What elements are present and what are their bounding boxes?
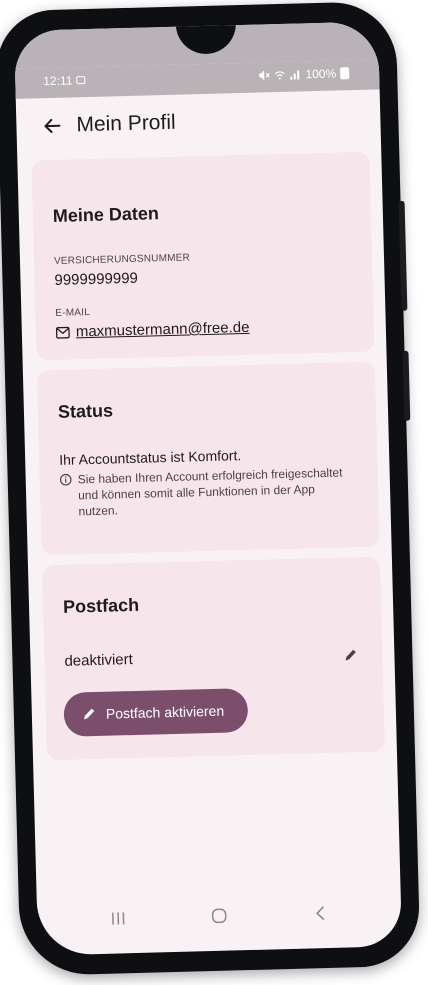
card-title-meine-daten: Meine Daten bbox=[52, 203, 160, 226]
status-info-text: Sie haben Ihren Account erfolgreich frei… bbox=[77, 465, 343, 519]
arrow-left-icon bbox=[44, 118, 61, 133]
phone-screen: 12:11 100% Mein Profil Meine Daten VERSI… bbox=[13, 21, 403, 956]
card-status: Status Ihr Accountstatus ist Komfort. Si… bbox=[36, 361, 380, 556]
postfach-status: deaktiviert bbox=[64, 651, 134, 670]
recent-apps-button[interactable] bbox=[97, 898, 138, 939]
pencil-icon bbox=[83, 708, 95, 720]
mail-icon bbox=[55, 326, 70, 339]
email-label: E-MAIL bbox=[55, 307, 91, 319]
system-nav-bar bbox=[36, 876, 402, 956]
card-title-status: Status bbox=[57, 400, 114, 422]
home-button[interactable] bbox=[199, 895, 240, 936]
volume-key bbox=[402, 350, 411, 421]
phone-frame: 12:11 100% Mein Profil Meine Daten VERSI… bbox=[0, 0, 421, 977]
email-row: maxmustermann@free.de bbox=[55, 319, 250, 341]
power-key bbox=[398, 200, 408, 311]
card-title-postfach: Postfach bbox=[62, 594, 140, 617]
activate-postfach-button[interactable]: Postfach aktivieren bbox=[63, 688, 249, 737]
email-link[interactable]: maxmustermann@free.de bbox=[76, 319, 250, 341]
status-info-row: Sie haben Ihren Account erfolgreich frei… bbox=[59, 464, 351, 520]
account-status-text: Ihr Accountstatus ist Komfort. bbox=[58, 447, 242, 468]
back-button[interactable] bbox=[36, 110, 69, 143]
card-meine-daten: Meine Daten VERSICHERUNGSNUMMER 99999999… bbox=[31, 151, 375, 361]
pencil-icon bbox=[345, 649, 356, 661]
back-nav-button[interactable] bbox=[300, 893, 341, 934]
gallery-notification-icon bbox=[76, 76, 86, 85]
wifi-icon bbox=[275, 71, 285, 80]
chevron-left-icon bbox=[316, 906, 325, 920]
edit-postfach-button[interactable] bbox=[336, 641, 365, 670]
activate-postfach-label: Postfach aktivieren bbox=[105, 702, 225, 722]
insurance-number-label: VERSICHERUNGSNUMMER bbox=[53, 252, 191, 267]
app-bar: Mein Profil bbox=[16, 89, 381, 155]
page-title: Mein Profil bbox=[76, 110, 176, 137]
mute-icon bbox=[259, 70, 271, 81]
info-icon bbox=[59, 473, 72, 486]
insurance-number-value: 9999999999 bbox=[54, 269, 139, 289]
battery-icon bbox=[340, 67, 350, 80]
signal-icon bbox=[290, 70, 300, 80]
stage: 12:11 100% Mein Profil Meine Daten VERSI… bbox=[0, 0, 428, 985]
card-postfach: Postfach deaktiviert Postfach aktivieren bbox=[41, 556, 385, 761]
battery-percent: 100% bbox=[305, 66, 337, 82]
recent-apps-icon bbox=[111, 912, 125, 925]
status-left: 12:11 bbox=[43, 73, 86, 89]
status-time: 12:11 bbox=[43, 73, 73, 89]
home-icon bbox=[211, 908, 227, 924]
status-right: 100% bbox=[258, 66, 350, 82]
